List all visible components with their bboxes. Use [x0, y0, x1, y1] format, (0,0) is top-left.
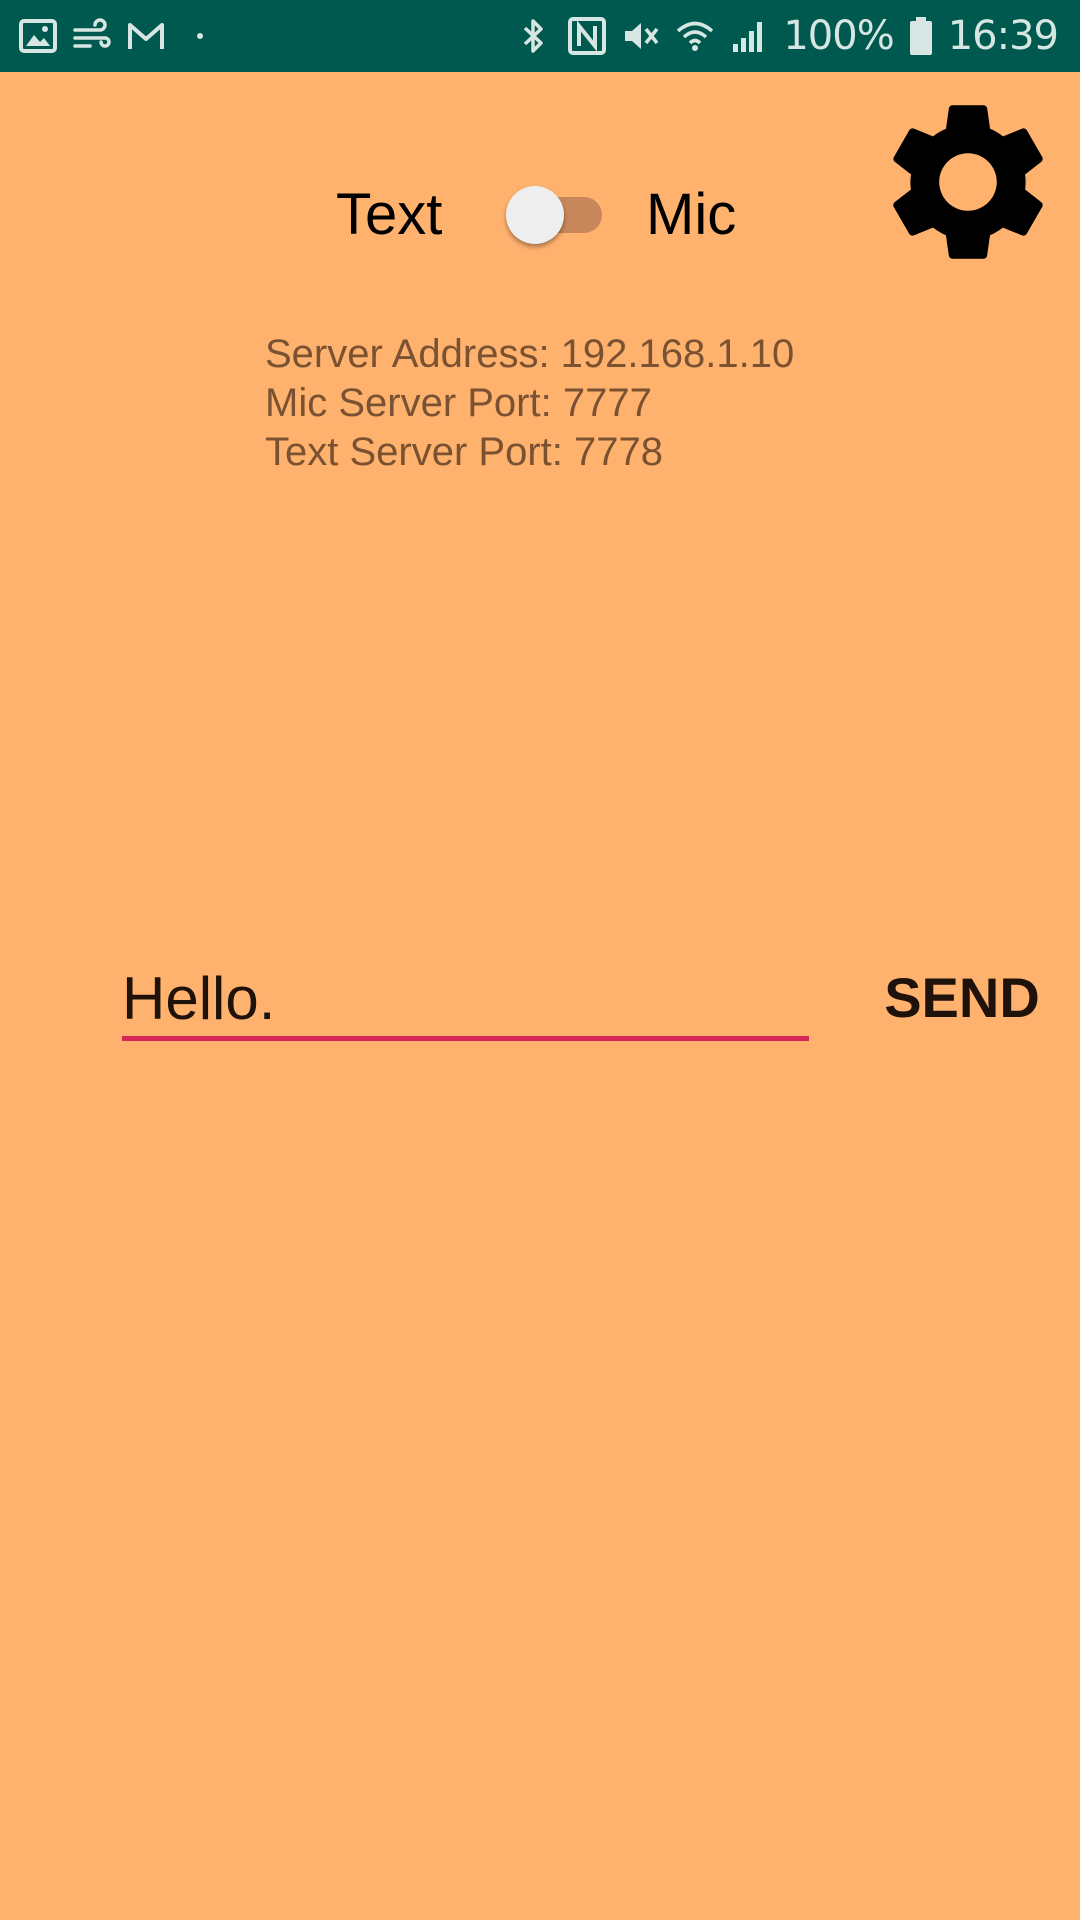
- bluetooth-icon: [513, 16, 553, 56]
- switch-thumb: [506, 186, 564, 244]
- dot-icon: [180, 16, 220, 56]
- status-bar-notifications: [18, 14, 220, 58]
- mic-port-text: Mic Server Port: 7777: [265, 381, 652, 425]
- nfc-icon: [567, 16, 607, 56]
- gmail-icon: [126, 16, 166, 56]
- battery-percent: 100%: [783, 13, 894, 59]
- send-button[interactable]: SEND: [862, 960, 1062, 1036]
- mode-switch[interactable]: [506, 180, 602, 250]
- app-screen: 100% 16:39 Text Mic Server Address: 192.…: [0, 0, 1080, 1920]
- mode-label-text: Text: [336, 182, 443, 247]
- status-bar-system: 100% 16:39: [513, 10, 1059, 62]
- message-input[interactable]: [122, 960, 809, 1041]
- mode-toggle-row: Text Mic: [0, 180, 1080, 250]
- battery-icon: [908, 16, 934, 56]
- wifi-icon: [675, 16, 715, 56]
- clock: 16:39: [947, 13, 1059, 59]
- gallery-icon: [18, 16, 58, 56]
- message-row: SEND: [0, 960, 1080, 1060]
- mode-label-mic: Mic: [646, 182, 737, 247]
- signal-icon: [729, 16, 769, 56]
- server-address-text: Server Address: 192.168.1.10: [265, 332, 795, 376]
- status-bar: 100% 16:39: [0, 0, 1080, 72]
- text-port-text: Text Server Port: 7778: [265, 430, 663, 474]
- mute-icon: [621, 16, 661, 56]
- wind-icon: [72, 16, 112, 56]
- server-info: Server Address: 192.168.1.10 Mic Server …: [265, 330, 794, 477]
